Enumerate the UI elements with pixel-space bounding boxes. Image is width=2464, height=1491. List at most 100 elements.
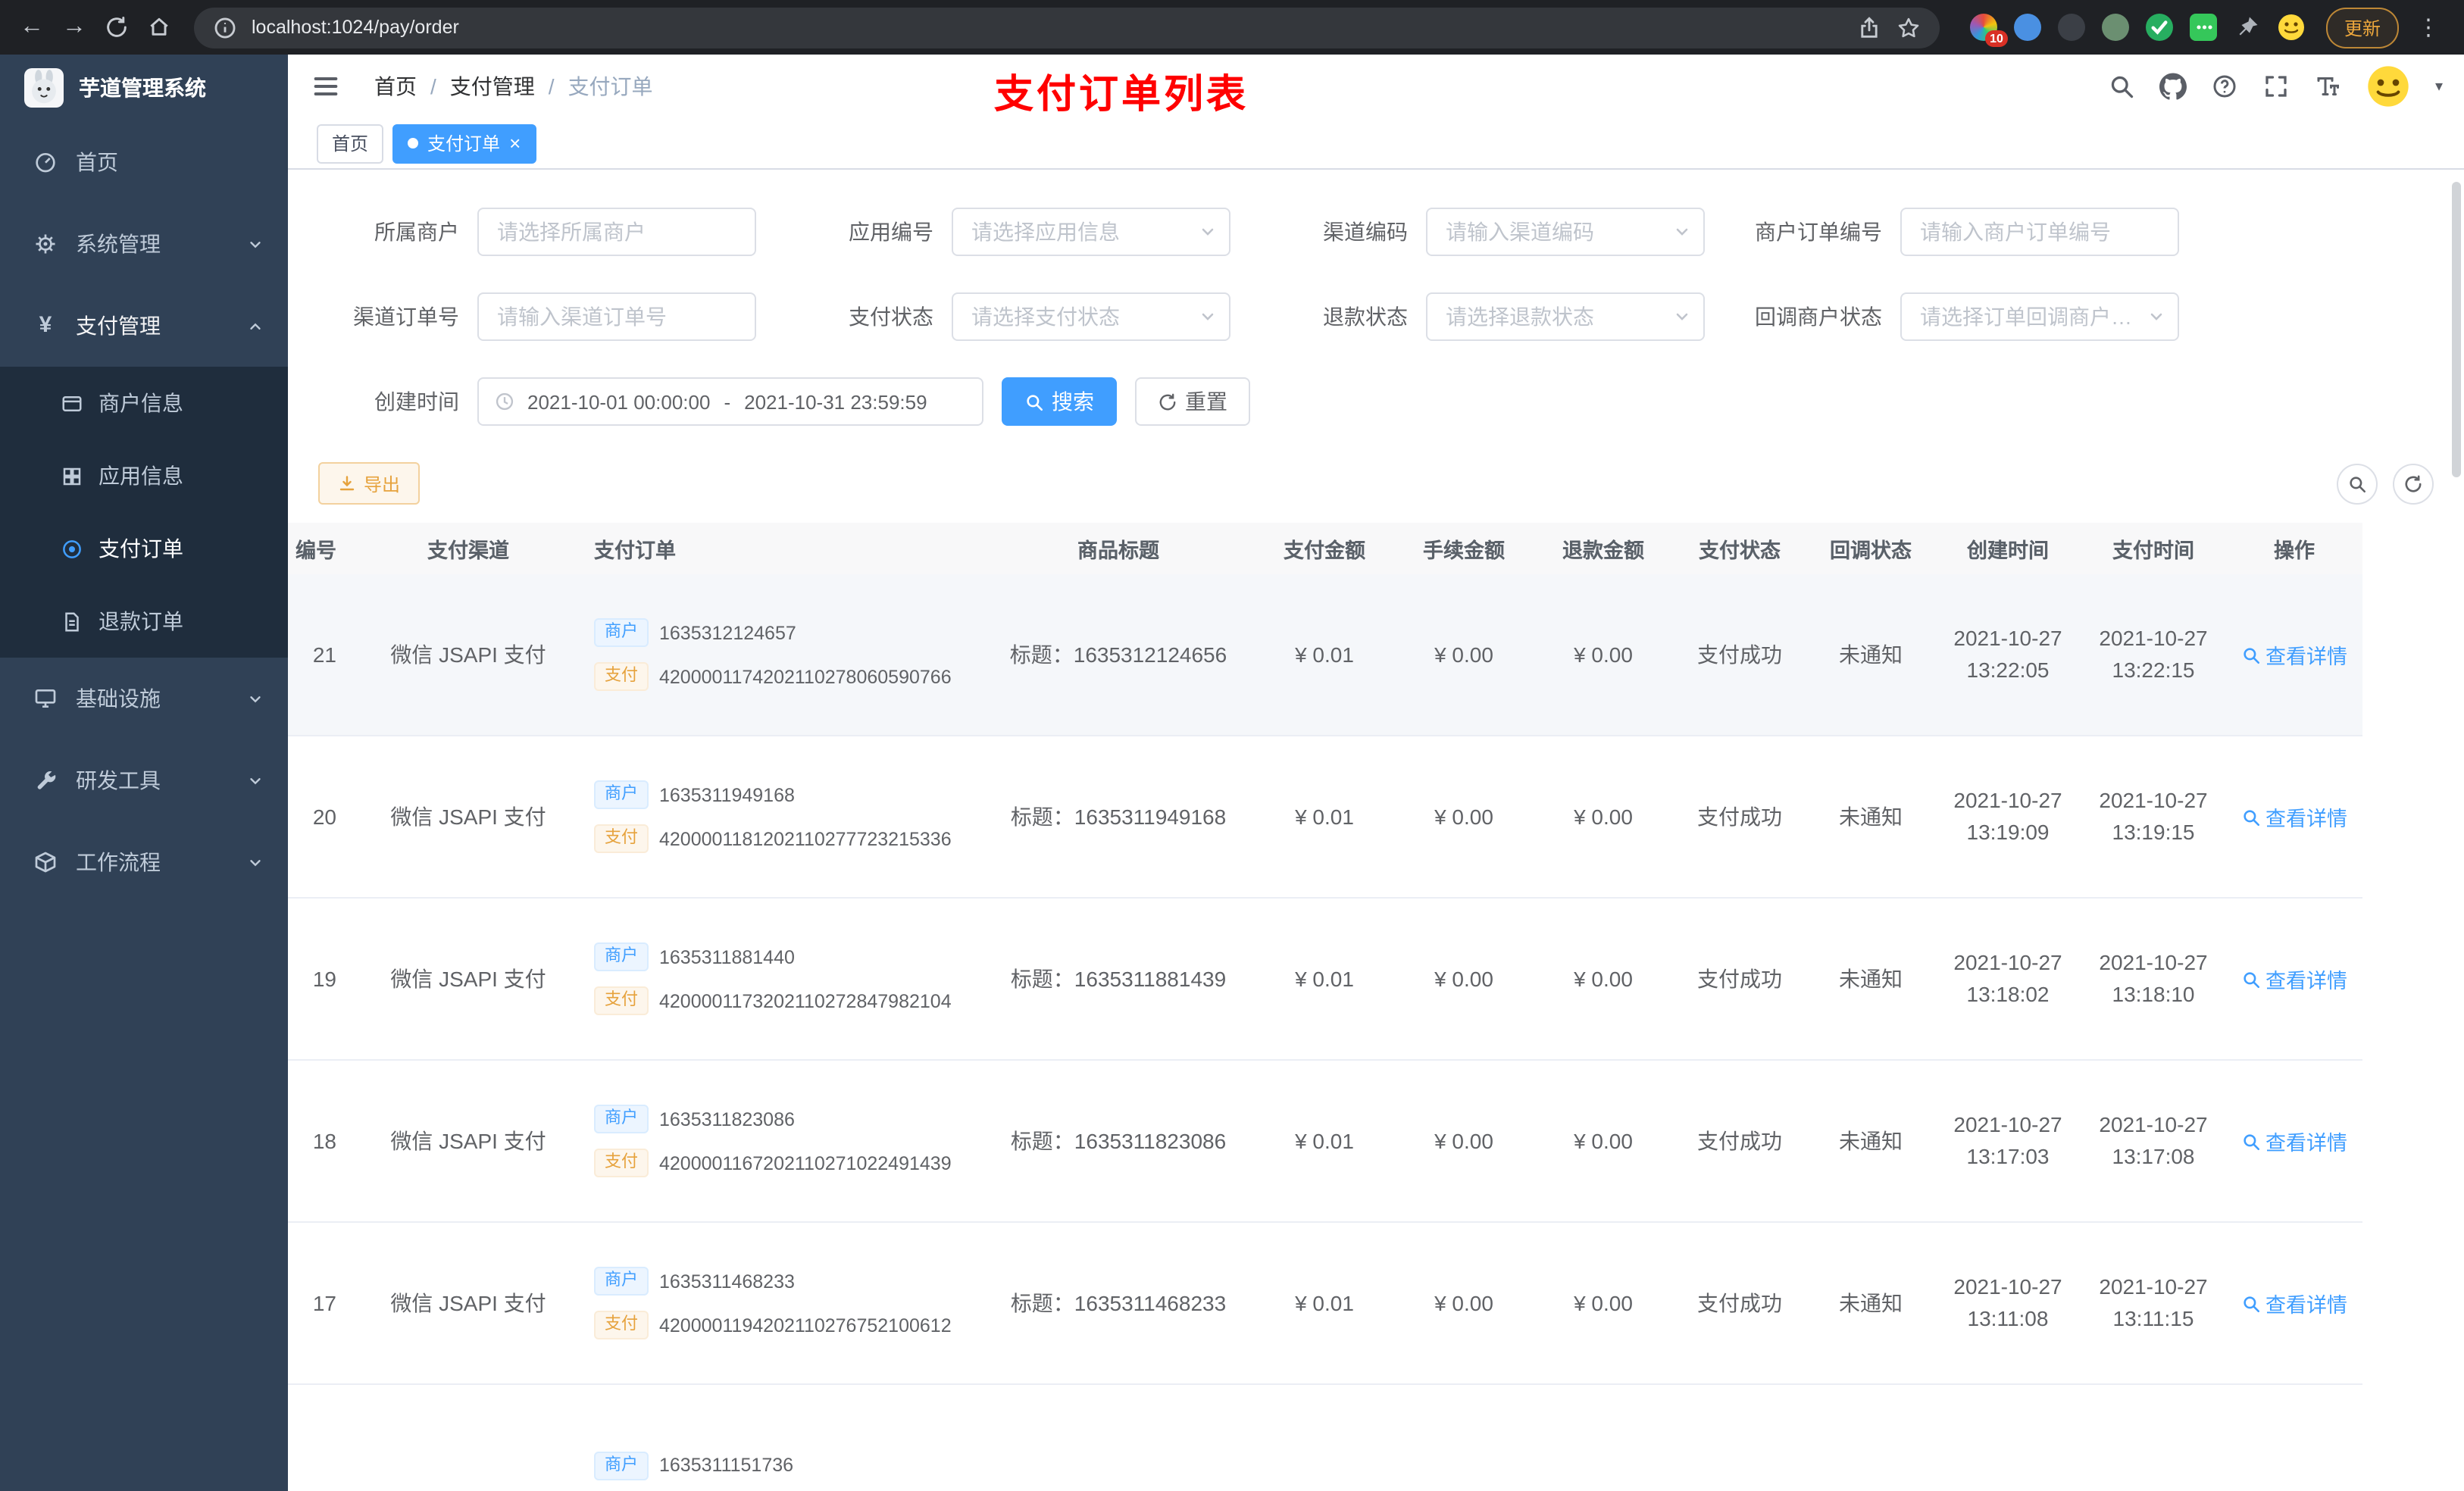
- cell-order: 商户 1635311823086 支付 4200001167202110271022…: [582, 1061, 982, 1221]
- reset-button[interactable]: 重置: [1135, 377, 1250, 426]
- active-tab-dot: [408, 138, 419, 148]
- cell-fee-amount: ¥ 0.00: [1434, 1291, 1493, 1315]
- record-circle-icon: [61, 537, 83, 560]
- main-area: 首页 / 支付管理 / 支付订单 支付订单列表 ▾ 首页 支付订单 × 所属商户…: [288, 55, 2464, 1491]
- app-id-select[interactable]: 请选择应用信息: [952, 208, 1230, 256]
- site-info-icon[interactable]: [212, 14, 238, 40]
- search-icon[interactable]: [2108, 73, 2135, 100]
- sidebar-item-pay-management[interactable]: ¥ 支付管理: [0, 285, 288, 367]
- sidebar-item-dev-tools[interactable]: 研发工具: [0, 739, 288, 821]
- cell-refund-amount: ¥ 0.00: [1574, 967, 1633, 991]
- table-toolbar: 导出: [288, 462, 2464, 505]
- bookmark-star-icon[interactable]: [1896, 14, 1921, 40]
- filter-row-2: 渠道订单号 支付状态 请选择支付状态 退款状态 请选择退款状态: [288, 292, 2464, 341]
- chevron-down-icon: [1199, 223, 1217, 241]
- browser-reload-button[interactable]: [100, 11, 133, 44]
- extension-icon-blue[interactable]: [2013, 14, 2041, 41]
- refresh-table-button[interactable]: [2393, 463, 2434, 504]
- browser-back-button[interactable]: ←: [15, 11, 48, 44]
- sidebar-item-pay-order[interactable]: 支付订单: [0, 512, 288, 585]
- user-avatar[interactable]: [2365, 64, 2411, 109]
- sidebar-item-home[interactable]: 首页: [0, 121, 288, 203]
- cell-pay-amount: [1255, 1385, 1394, 1491]
- channel-order-no-input[interactable]: [479, 294, 755, 339]
- refund-status-select[interactable]: 请选择退款状态: [1426, 292, 1705, 341]
- breadcrumb-item-pay-management[interactable]: 支付管理: [450, 71, 535, 102]
- view-detail-link[interactable]: 查看详情: [2241, 639, 2347, 670]
- sidebar-item-system[interactable]: 系统管理: [0, 203, 288, 285]
- tab-close-icon[interactable]: ×: [509, 133, 521, 153]
- cell-pay-time: 2021-10-27 13:19:15: [2099, 788, 2208, 844]
- browser-menu-button[interactable]: ⋮: [2408, 14, 2449, 41]
- date-start-value: 2021-10-01 00:00:00: [527, 390, 711, 413]
- merchant-tag: 商户: [594, 1451, 649, 1480]
- breadcrumb-item-home[interactable]: 首页: [374, 71, 417, 102]
- cell-actions: 查看详情: [2226, 574, 2362, 735]
- breadcrumb: 首页 / 支付管理 / 支付订单: [374, 71, 653, 102]
- refresh-icon: [1158, 392, 1177, 411]
- share-icon[interactable]: [1856, 14, 1882, 40]
- view-detail-link[interactable]: 查看详情: [2241, 1126, 2347, 1156]
- pay-status-select[interactable]: 请选择支付状态: [952, 292, 1230, 341]
- extension-icon-emoji[interactable]: [2278, 14, 2305, 41]
- browser-home-button[interactable]: [142, 11, 176, 44]
- extension-icon-colorwheel[interactable]: 10: [1969, 14, 2008, 47]
- help-icon[interactable]: [2211, 73, 2238, 100]
- sidebar-item-app-info[interactable]: 应用信息: [0, 439, 288, 512]
- cell-title: 标题：1635311468233: [1010, 1291, 1227, 1315]
- cell-id: 20: [312, 805, 336, 829]
- tab-home[interactable]: 首页: [317, 123, 384, 163]
- sidebar-item-merchant-info[interactable]: 商户信息: [0, 367, 288, 439]
- chevron-down-icon: [247, 690, 264, 707]
- date-range-picker[interactable]: 2021-10-01 00:00:00 - 2021-10-31 23:59:5…: [477, 377, 983, 426]
- app-grid-icon: [61, 464, 83, 487]
- sidebar-item-refund-order[interactable]: 退款订单: [0, 585, 288, 658]
- merchant-order-no-input[interactable]: [1902, 209, 2178, 255]
- filter-row-3: 创建时间 2021-10-01 00:00:00 - 2021-10-31 23…: [288, 377, 2464, 426]
- cell-create-time: 2021-10-27 13:17:03: [1953, 1112, 2062, 1168]
- view-detail-link[interactable]: 查看详情: [2241, 1288, 2347, 1318]
- extension-icon-chat[interactable]: [2189, 14, 2217, 41]
- sidebar-toggle-button[interactable]: [311, 71, 341, 102]
- cell-notify-status: 未通知: [1839, 1129, 1903, 1153]
- avatar-dropdown-caret[interactable]: ▾: [2435, 78, 2443, 95]
- github-icon[interactable]: [2159, 73, 2187, 100]
- extension-badge: 10: [1985, 30, 2008, 47]
- page-scrollbar-thumb[interactable]: [2452, 182, 2461, 477]
- screen: ← → localhost:1024/pay/order 10 更新 ⋮ 芋道管…: [0, 0, 2464, 1491]
- search-button[interactable]: 搜索: [1002, 377, 1117, 426]
- cell-pay-time: 2021-10-27 13:17:08: [2099, 1112, 2208, 1168]
- sidebar-item-workflow[interactable]: 工作流程: [0, 821, 288, 903]
- address-bar[interactable]: localhost:1024/pay/order: [194, 7, 1940, 48]
- cell-notify-status: 未通知: [1839, 805, 1903, 829]
- view-detail-link[interactable]: 查看详情: [2241, 802, 2347, 832]
- yen-icon: ¥: [39, 312, 52, 338]
- extension-icon-check[interactable]: [2145, 14, 2173, 41]
- extension-icon-gray-green[interactable]: [2101, 14, 2129, 41]
- cell-create-time: 2021-10-27 13:11:08: [1953, 1274, 2062, 1330]
- view-detail-link[interactable]: 查看详情: [2241, 964, 2347, 994]
- chevron-up-icon: [247, 317, 264, 334]
- notify-status-select[interactable]: 请选择订单回调商户状态: [1900, 292, 2179, 341]
- cell-notify-status: 未通知: [1839, 967, 1903, 991]
- cell-fee-amount: ¥ 0.00: [1434, 805, 1493, 829]
- sidebar-item-infrastructure[interactable]: 基础设施: [0, 658, 288, 739]
- cell-refund-amount: ¥ 0.00: [1574, 1129, 1633, 1153]
- export-button[interactable]: 导出: [318, 462, 421, 505]
- cell-title: 标题：1635311823086: [1010, 1129, 1227, 1153]
- browser-forward-button[interactable]: →: [58, 11, 91, 44]
- merchant-input[interactable]: [479, 209, 755, 255]
- extension-icon-dark[interactable]: [2057, 14, 2085, 41]
- extensions-pin-icon[interactable]: [2234, 14, 2261, 41]
- table-row: 商户 1635311151736: [288, 1385, 2362, 1491]
- toggle-search-button[interactable]: [2337, 463, 2378, 504]
- tab-pay-order[interactable]: 支付订单 ×: [392, 123, 536, 163]
- fullscreen-icon[interactable]: [2262, 73, 2290, 100]
- font-size-icon[interactable]: [2314, 73, 2341, 100]
- cell-title: [982, 1385, 1255, 1491]
- cell-order: 商户 1635311151736: [582, 1385, 982, 1491]
- channel-code-select[interactable]: 请输入渠道编码: [1426, 208, 1705, 256]
- cell-pay-status: 支付成功: [1697, 1129, 1782, 1153]
- browser-update-button[interactable]: 更新: [2325, 7, 2399, 48]
- cell-refund-amount: ¥ 0.00: [1574, 642, 1633, 667]
